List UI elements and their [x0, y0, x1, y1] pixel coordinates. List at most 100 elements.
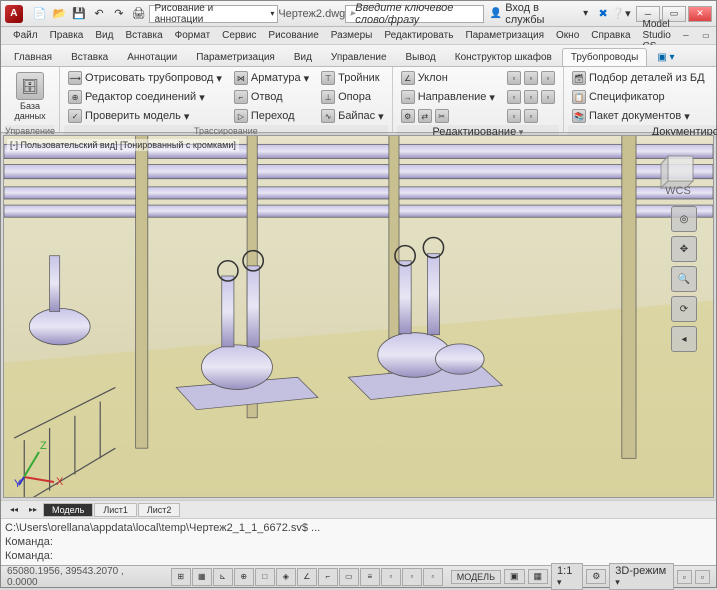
- tee-button[interactable]: ⊤Тройник: [317, 69, 388, 87]
- slope-button[interactable]: ∠Уклон: [397, 69, 499, 87]
- lwt-toggle[interactable]: ≡: [360, 568, 380, 586]
- close-button[interactable]: ✕: [688, 6, 712, 22]
- tab-scroll-left-icon[interactable]: ◂◂: [5, 501, 23, 519]
- model-tab[interactable]: Модель: [43, 503, 93, 517]
- zoom-icon[interactable]: 🔍: [671, 266, 697, 292]
- layout2-tab[interactable]: Лист2: [138, 503, 181, 517]
- app-menu-icon[interactable]: A: [5, 5, 23, 23]
- joint-editor-button[interactable]: ⊕Редактор соединений ▾: [64, 88, 226, 106]
- save-icon[interactable]: 💾: [70, 5, 88, 23]
- dyn-toggle[interactable]: ▭: [339, 568, 359, 586]
- qp-toggle[interactable]: ▫: [402, 568, 422, 586]
- status-icon[interactable]: ▦: [528, 569, 549, 584]
- tab-cabinet[interactable]: Конструктор шкафов: [446, 48, 561, 66]
- redo-icon[interactable]: ↷: [110, 5, 128, 23]
- direction-button[interactable]: →Направление ▾: [397, 88, 499, 106]
- tab-view[interactable]: Вид: [285, 48, 321, 66]
- make-section-button[interactable]: ▦Выполнить разрез ▾: [713, 88, 717, 106]
- svg-text:Z: Z: [40, 440, 47, 452]
- elbow-button[interactable]: ⌐Отвод: [230, 88, 313, 106]
- status-icon[interactable]: ▫: [677, 570, 692, 584]
- help-icon[interactable]: ❔▾: [612, 5, 630, 23]
- menu-window[interactable]: Окно: [550, 30, 585, 41]
- menu-format[interactable]: Формат: [169, 30, 217, 41]
- set-section-button[interactable]: ▤Задать разрез ▾: [713, 69, 717, 87]
- snap-toggle[interactable]: ⊞: [171, 568, 191, 586]
- edit-r2[interactable]: ▫▫▫: [503, 88, 559, 106]
- database-button[interactable]: 🗄 База данных: [5, 69, 55, 125]
- ducs-toggle[interactable]: ⌐: [318, 568, 338, 586]
- otrack-toggle[interactable]: ∠: [297, 568, 317, 586]
- tab-annotate[interactable]: Аннотации: [118, 48, 186, 66]
- new-icon[interactable]: 📄: [31, 5, 49, 23]
- command-line[interactable]: C:\Users\orellana\appdata\local\temp\Чер…: [1, 518, 716, 565]
- pan-icon[interactable]: ✥: [671, 236, 697, 262]
- menu-parametric[interactable]: Параметризация: [459, 30, 550, 41]
- exchange-icon[interactable]: ✖: [594, 5, 612, 23]
- fitting-button[interactable]: ⋈Арматура ▾: [230, 69, 313, 87]
- workspace-combo[interactable]: Рисование и аннотации: [149, 5, 278, 23]
- ribbon-tabs: Главная Вставка Аннотации Параметризация…: [1, 45, 716, 67]
- signin-button[interactable]: 👤 Вход в службы ▾: [490, 2, 588, 26]
- bypass-button[interactable]: ∿Байпас ▾: [317, 107, 388, 125]
- model-space-button[interactable]: МОДЕЛЬ: [451, 570, 501, 584]
- nav-wheel-icon[interactable]: ◎: [671, 206, 697, 232]
- edit-misc-button[interactable]: ⚙ ⇄ ✂: [397, 107, 499, 125]
- ortho-toggle[interactable]: ⊾: [213, 568, 233, 586]
- tab-extra[interactable]: ▣ ▾: [648, 48, 683, 66]
- status-icon[interactable]: ▫: [695, 570, 710, 584]
- open-icon[interactable]: 📂: [51, 5, 69, 23]
- sc-toggle[interactable]: ▫: [423, 568, 443, 586]
- search-input[interactable]: ▸ Введите ключевое слово/фразу: [345, 5, 484, 23]
- status-icon[interactable]: ▣: [504, 569, 525, 584]
- nav-expand-icon[interactable]: ◂: [671, 326, 697, 352]
- orbit-icon[interactable]: ⟳: [671, 296, 697, 322]
- spec-button[interactable]: 📋Спецификатор: [568, 88, 709, 106]
- tab-manage[interactable]: Управление: [322, 48, 396, 66]
- model-view: [4, 136, 713, 497]
- drawing-viewport[interactable]: [-] Пользовательский вид] [Тонированный …: [3, 135, 714, 498]
- menu-modify[interactable]: Редактировать: [378, 30, 459, 41]
- workspace-mode[interactable]: 3D-режим ▾: [609, 563, 673, 590]
- tpy-toggle[interactable]: ▫: [381, 568, 401, 586]
- draw-pipe-button[interactable]: ⟿Отрисовать трубопровод ▾: [64, 69, 226, 87]
- menu-draw[interactable]: Рисование: [262, 30, 324, 41]
- menu-edit[interactable]: Правка: [44, 30, 90, 41]
- edit-r3[interactable]: ▫▫: [503, 107, 559, 125]
- menu-file[interactable]: Файл: [7, 30, 44, 41]
- reducer-button[interactable]: ▷Переход: [230, 107, 313, 125]
- tab-pipelines[interactable]: Трубопроводы: [562, 48, 648, 66]
- osnap3d-toggle[interactable]: ◈: [276, 568, 296, 586]
- grid-toggle[interactable]: ▦: [192, 568, 212, 586]
- tab-scroll-right-icon[interactable]: ▸▸: [24, 501, 42, 519]
- status-toggles: ⊞ ▦ ⊾ ⊕ □ ◈ ∠ ⌐ ▭ ≡ ▫ ▫ ▫: [171, 568, 443, 586]
- cmd-prompt[interactable]: Команда:: [5, 549, 712, 563]
- anno-scale[interactable]: 1:1 ▾: [551, 563, 583, 590]
- viewcube[interactable]: WCS: [653, 146, 703, 196]
- menu-dimensions[interactable]: Размеры: [325, 30, 379, 41]
- tab-insert[interactable]: Вставка: [62, 48, 117, 66]
- database-icon: 🗄: [16, 72, 44, 100]
- docpack-button[interactable]: 📚Пакет документов ▾: [568, 107, 709, 125]
- menu-insert[interactable]: Вставка: [119, 30, 168, 41]
- osnap-toggle[interactable]: □: [255, 568, 275, 586]
- menu-view[interactable]: Вид: [89, 30, 119, 41]
- support-button[interactable]: ⊥Опора: [317, 88, 388, 106]
- edit-r1[interactable]: ▫▫▫: [503, 69, 559, 87]
- tab-output[interactable]: Вывод: [397, 48, 445, 66]
- undo-icon[interactable]: ↶: [90, 5, 108, 23]
- pick-parts-button[interactable]: 🗃Подбор деталей из БД: [568, 69, 709, 87]
- doc-misc[interactable]: ▫▫▫: [713, 107, 717, 125]
- viewport-label[interactable]: [-] Пользовательский вид] [Тонированный …: [7, 139, 239, 151]
- polar-toggle[interactable]: ⊕: [234, 568, 254, 586]
- print-icon[interactable]: 🖨: [130, 5, 148, 23]
- layout1-tab[interactable]: Лист1: [94, 503, 137, 517]
- tab-parametric[interactable]: Параметризация: [187, 48, 284, 66]
- status-icon[interactable]: ⚙: [586, 569, 606, 584]
- tab-home[interactable]: Главная: [5, 48, 61, 66]
- doc-restore-icon[interactable]: ▭: [697, 27, 715, 45]
- check-model-button[interactable]: ✓Проверить модель ▾: [64, 107, 226, 125]
- doc-minimize-icon[interactable]: ─: [677, 27, 695, 45]
- menu-help[interactable]: Справка: [585, 30, 636, 41]
- menu-tools[interactable]: Сервис: [216, 30, 262, 41]
